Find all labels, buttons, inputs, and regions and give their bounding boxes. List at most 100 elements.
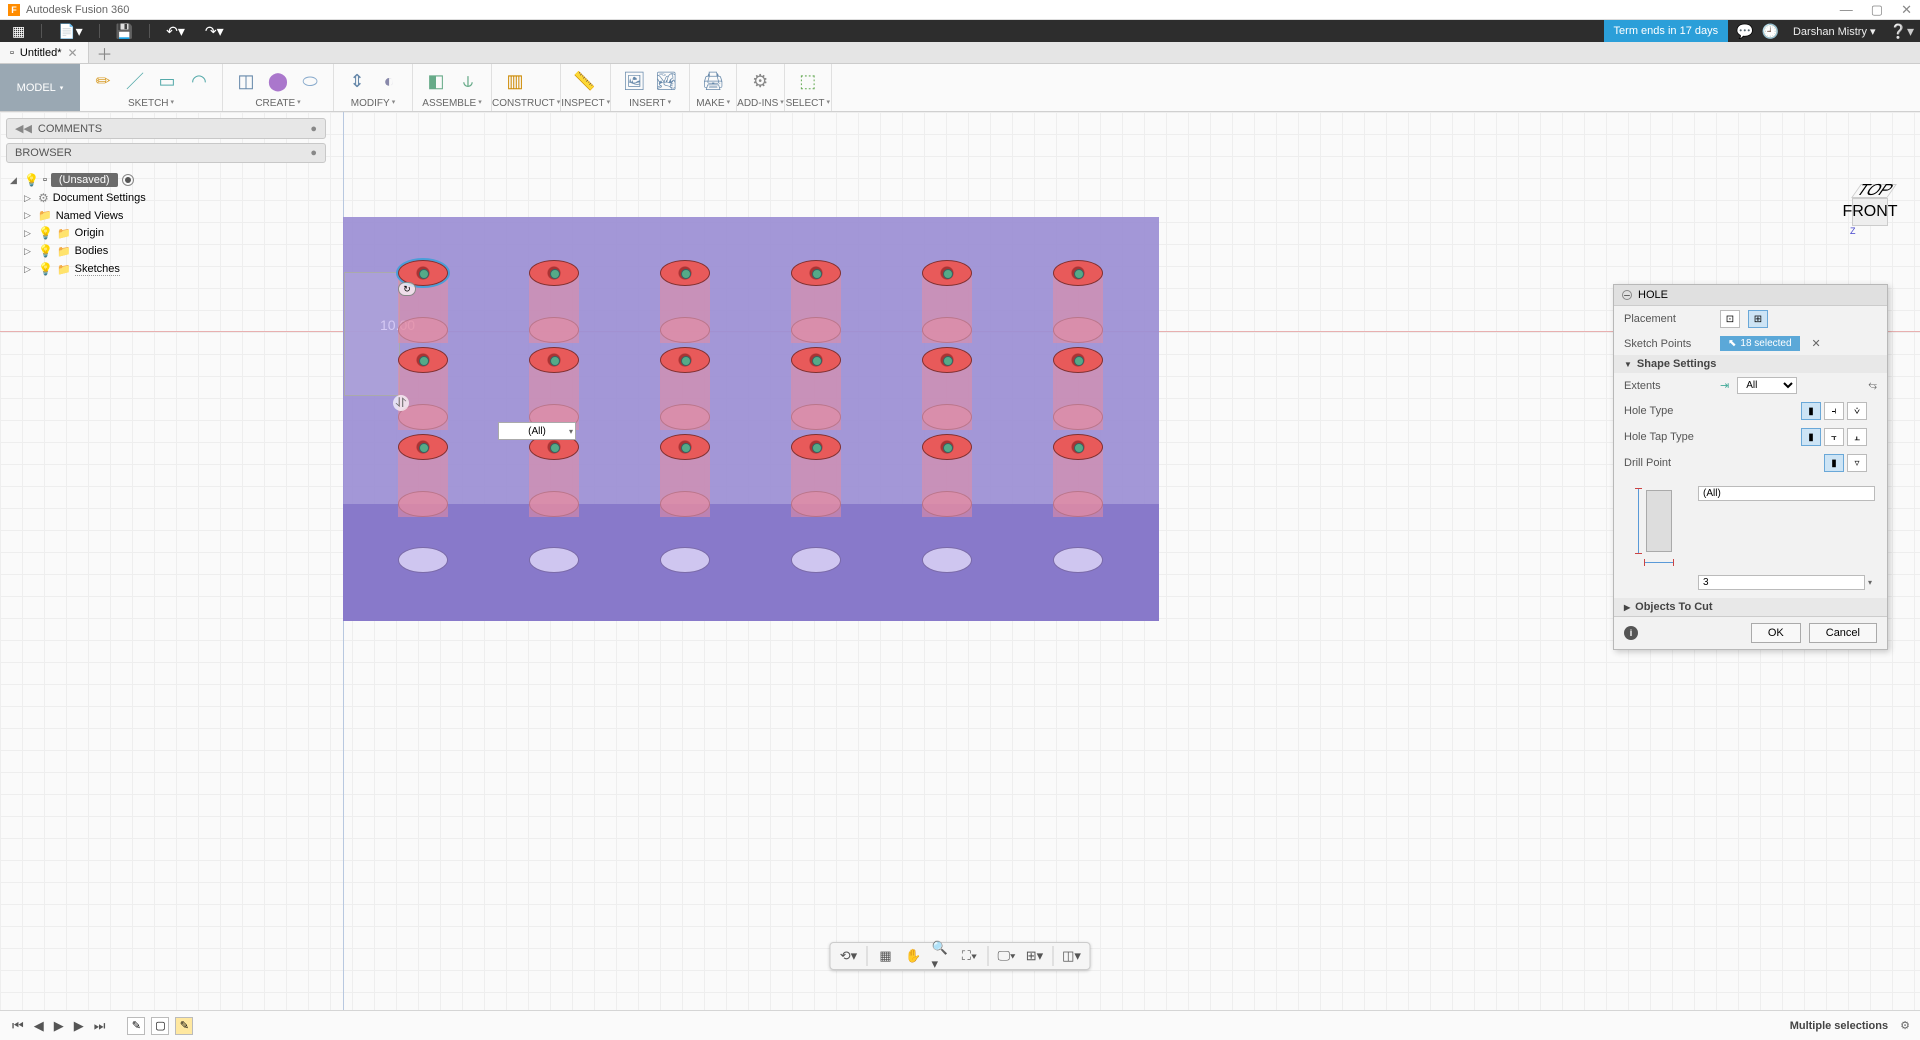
rectangle-icon[interactable]: ▭ [154, 68, 180, 94]
measure-icon[interactable]: 📏 [571, 68, 597, 94]
hole-diameter-input[interactable] [1698, 575, 1865, 590]
flip-direction-icon[interactable]: ⥃ [1868, 379, 1877, 392]
pan-icon[interactable]: ✋ [904, 946, 924, 966]
hole-feature[interactable] [1053, 434, 1103, 460]
notifications-icon[interactable]: 💬 [1736, 23, 1753, 40]
close-button[interactable]: ✕ [1901, 2, 1912, 18]
placement-single-icon[interactable]: ⊡ [1720, 310, 1740, 328]
tap-clearance-icon[interactable]: ⫟ [1824, 428, 1844, 446]
hole-type-simple-icon[interactable]: ▮ [1801, 402, 1821, 420]
data-panel-icon[interactable]: ▦ [6, 21, 31, 42]
tap-tapped-icon[interactable]: ⫠ [1847, 428, 1867, 446]
drill-angle-icon[interactable]: ▿ [1847, 454, 1867, 472]
job-status-icon[interactable]: 🕘 [1762, 23, 1779, 40]
construct-plane-icon[interactable]: ▥ [502, 68, 528, 94]
box-icon[interactable]: ◫ [233, 68, 259, 94]
placement-multiple-icon[interactable]: ⊞ [1748, 310, 1768, 328]
hole-bottom[interactable] [791, 547, 841, 573]
addins-icon[interactable]: ⚙ [747, 68, 773, 94]
document-tab[interactable]: ▫ Untitled* ✕ [0, 42, 89, 63]
tree-item-named-views[interactable]: ▷ 📁 Named Views [6, 207, 326, 224]
clear-selection-icon[interactable]: ✕ [1808, 337, 1825, 350]
dropdown-icon[interactable]: ▾ [1865, 578, 1875, 587]
timeline-feature-sketch-icon[interactable]: ✎ [127, 1017, 145, 1035]
new-tab-button[interactable]: ＋ [89, 42, 121, 63]
maximize-button[interactable]: ▢ [1871, 2, 1883, 18]
hole-feature[interactable] [1053, 347, 1103, 373]
hole-type-countersink-icon[interactable]: ⩒ [1847, 402, 1867, 420]
timeline-feature-extrude-icon[interactable]: ▢ [151, 1017, 169, 1035]
expand-icon[interactable]: ◢ [10, 175, 20, 186]
dropdown-icon[interactable]: ▾ [569, 427, 573, 436]
help-icon[interactable]: ❔▾ [1890, 23, 1914, 40]
settings-icon[interactable]: ⚙ [1900, 1019, 1910, 1032]
hole-bottom[interactable] [1053, 547, 1103, 573]
cancel-button[interactable]: Cancel [1809, 623, 1877, 643]
collapse-icon[interactable]: ▼ [1624, 360, 1632, 369]
expand-icon[interactable]: ▷ [24, 264, 34, 275]
hole-bottom[interactable] [660, 547, 710, 573]
comments-panel-header[interactable]: ◀◀ COMMENTS ● [6, 118, 326, 139]
expand-icon[interactable]: ▷ [24, 246, 34, 257]
visibility-icon[interactable]: 💡 [38, 226, 53, 240]
hole-feature[interactable] [398, 347, 448, 373]
timeline-feature-hole-icon[interactable]: ✎ [175, 1017, 193, 1035]
visibility-icon[interactable]: 💡 [24, 173, 39, 187]
joint-icon[interactable]: ⫝ [455, 68, 481, 94]
selection-chip[interactable]: ⬉ 18 selected [1720, 336, 1800, 351]
viewcube-front-face[interactable]: FRONT [1852, 198, 1888, 226]
tree-item-sketches[interactable]: ▷ 💡 📁 Sketches [6, 260, 326, 278]
zoom-icon[interactable]: 🔍▾ [932, 946, 952, 966]
tree-item-bodies[interactable]: ▷ 💡 📁 Bodies [6, 242, 326, 260]
hole-feature[interactable] [791, 260, 841, 286]
create-sketch-icon[interactable]: ✏ [90, 68, 116, 94]
print-3d-icon[interactable]: 🖨 [700, 68, 726, 94]
objects-to-cut-section[interactable]: ▶ Objects To Cut [1614, 598, 1887, 616]
rotate-manipulator-icon[interactable]: ↻ [398, 282, 416, 296]
expand-icon[interactable]: ▷ [24, 210, 34, 221]
cylinder-icon[interactable]: ⬭ [297, 68, 323, 94]
new-component-icon[interactable]: ◧ [423, 68, 449, 94]
browser-panel-header[interactable]: BROWSER ● [6, 143, 326, 163]
drag-manipulator-icon[interactable]: ⥯ [393, 395, 409, 411]
orbit-icon[interactable]: ⟲▾ [839, 946, 859, 966]
insert-derive-icon[interactable]: 🖼 [621, 68, 647, 94]
viewcube-top-face[interactable]: TOP [1851, 184, 1897, 198]
hole-bottom[interactable] [529, 547, 579, 573]
tree-item-document-settings[interactable]: ▷ ⚙ Document Settings [6, 189, 326, 207]
line-icon[interactable]: ／ [122, 68, 148, 94]
view-cube[interactable]: TOP FRONT [1852, 194, 1900, 242]
model-body-front[interactable] [343, 504, 1159, 621]
insert-decal-icon[interactable]: 🏞 [653, 68, 679, 94]
hole-feature[interactable] [922, 260, 972, 286]
redo-icon[interactable]: ↷▾ [199, 21, 230, 42]
hole-type-counterbore-icon[interactable]: ⫞ [1824, 402, 1844, 420]
press-pull-icon[interactable]: ⇕ [344, 68, 370, 94]
save-icon[interactable]: 💾 [110, 21, 139, 42]
display-settings-icon[interactable]: 🖵▾ [997, 946, 1017, 966]
extent-floating-input[interactable]: (All) ▾ [498, 422, 576, 440]
fillet-icon[interactable]: ◐ [376, 68, 402, 94]
activate-radio-icon[interactable] [122, 174, 134, 186]
ok-button[interactable]: OK [1751, 623, 1801, 643]
hole-feature[interactable] [529, 260, 579, 286]
hole-feature[interactable] [791, 347, 841, 373]
viewport-layout-icon[interactable]: ◫▾ [1062, 946, 1082, 966]
hole-feature[interactable] [529, 347, 579, 373]
expand-icon[interactable]: ▷ [24, 228, 34, 239]
dialog-titlebar[interactable]: ─ HOLE [1614, 285, 1887, 306]
expand-icon[interactable]: ◀◀ [15, 122, 32, 135]
timeline-forward-icon[interactable]: ▶ [72, 1016, 86, 1036]
extents-select[interactable]: All [1737, 377, 1797, 394]
workspace-switcher[interactable]: MODEL▾ [0, 64, 80, 111]
hole-feature[interactable] [660, 434, 710, 460]
hole-dialog[interactable]: ─ HOLE Placement ⊡ ⊞ Sketch Points ⬉ 18 … [1613, 284, 1888, 650]
timeline-back-icon[interactable]: ◀ [32, 1016, 46, 1036]
undo-icon[interactable]: ↶▾ [160, 21, 191, 42]
select-icon[interactable]: ⬚ [795, 68, 821, 94]
file-menu-icon[interactable]: 📄▾ [52, 21, 88, 42]
info-icon[interactable]: i [1624, 626, 1638, 640]
term-badge[interactable]: Term ends in 17 days [1604, 20, 1729, 42]
timeline-play-icon[interactable]: ▶ [52, 1016, 66, 1036]
hole-bottom[interactable] [922, 547, 972, 573]
